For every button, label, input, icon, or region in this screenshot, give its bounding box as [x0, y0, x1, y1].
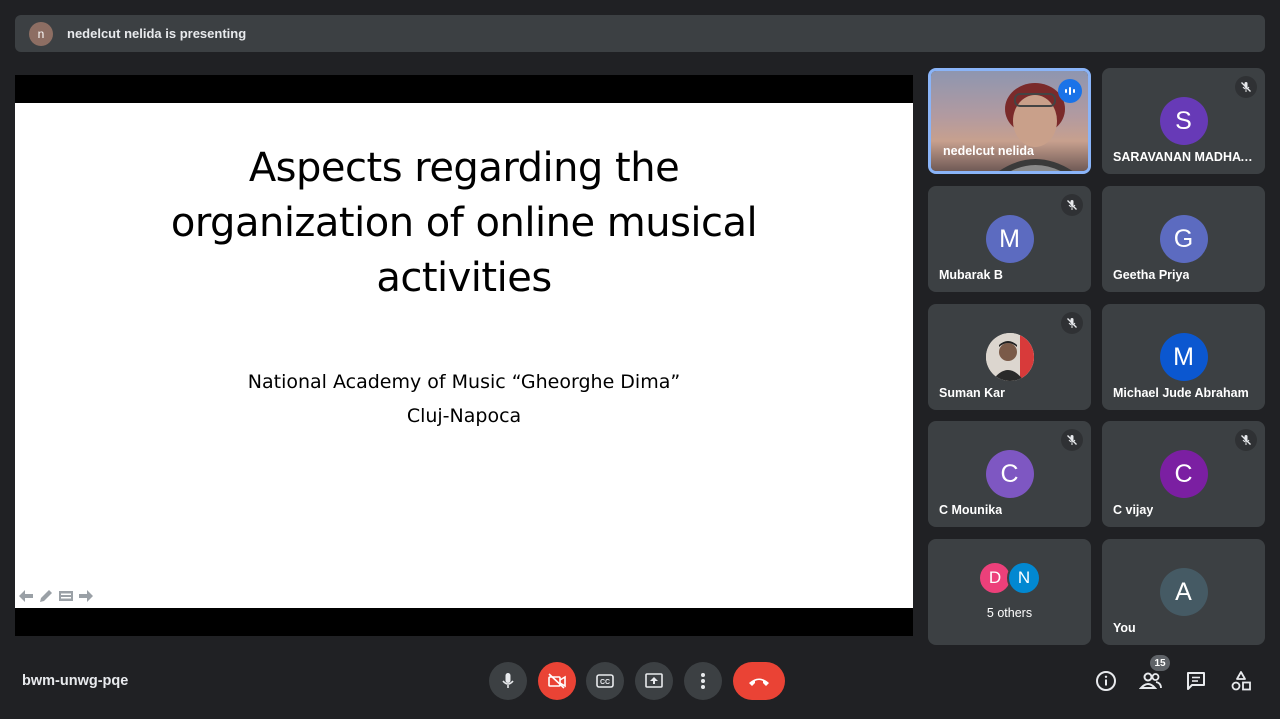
participant-avatar: M	[1159, 333, 1208, 381]
participant-tile[interactable]: Suman Kar	[928, 304, 1091, 410]
participant-tile[interactable]: G Geetha Priya	[1102, 186, 1265, 292]
mic-off-icon	[1061, 194, 1083, 216]
more-vert-icon	[701, 673, 705, 689]
self-tile[interactable]: A You	[1102, 539, 1265, 645]
pen-icon[interactable]	[37, 588, 55, 604]
participant-name: Geetha Priya	[1113, 268, 1190, 282]
activities-icon	[1231, 671, 1251, 691]
participant-name: nedelcut nelida	[943, 144, 1034, 158]
participant-tile[interactable]: S SARAVANAN MADHAVAN	[1102, 68, 1265, 174]
participant-count-badge: 15	[1150, 655, 1170, 671]
chat-button[interactable]	[1184, 669, 1208, 693]
speaking-indicator-icon	[1058, 79, 1082, 103]
meeting-code: bwm-unwg-pqe	[22, 673, 129, 689]
activities-button[interactable]	[1229, 669, 1253, 693]
participant-avatar: M	[985, 215, 1034, 263]
slide-title-line: activities	[376, 255, 552, 301]
others-count-label: 5 others	[986, 606, 1033, 620]
slide-subtitle-institution: National Academy of Music “Gheorghe Dima…	[247, 371, 681, 393]
svg-text:CC: CC	[600, 679, 610, 686]
hang-up-icon	[749, 678, 769, 686]
present-screen-icon	[645, 673, 663, 688]
others-tile[interactable]: D N 5 others	[928, 539, 1091, 645]
captions-icon: CC	[596, 674, 614, 688]
mic-off-icon	[1061, 429, 1083, 451]
leave-call-button[interactable]	[733, 662, 785, 700]
participant-name: SARAVANAN MADHAVAN	[1113, 150, 1255, 164]
participant-name: Suman Kar	[939, 386, 1005, 400]
people-icon	[1139, 672, 1162, 689]
mic-off-icon	[1061, 312, 1083, 334]
participant-name: C vijay	[1113, 503, 1154, 517]
slide-title-line: Aspects regarding the	[248, 145, 680, 191]
participant-avatar: G	[1159, 215, 1208, 263]
slide-toolbar	[17, 588, 95, 604]
slide-subtitle-city: Cluj-Napoca	[406, 405, 522, 427]
slides-menu-icon[interactable]	[57, 588, 75, 604]
camera-off-button[interactable]	[538, 662, 576, 700]
participant-tile[interactable]: M Michael Jude Abraham	[1102, 304, 1265, 410]
present-button[interactable]	[635, 662, 673, 700]
presentation-stage: Aspects regarding the organization of on…	[15, 75, 913, 636]
participant-name: C Mounika	[939, 503, 1003, 517]
previous-slide-icon[interactable]	[17, 588, 35, 604]
participant-tile[interactable]: M Mubarak B	[928, 186, 1091, 292]
participant-avatar: S	[1159, 97, 1208, 145]
participant-tile[interactable]: nedelcut nelida	[928, 68, 1091, 174]
presenting-text: nedelcut nelida is presenting	[67, 26, 247, 41]
camera-off-icon	[548, 673, 566, 689]
mic-off-icon	[1235, 429, 1257, 451]
microphone-icon	[502, 673, 514, 688]
meeting-details-button[interactable]	[1094, 669, 1118, 693]
presenting-banner: n nedelcut nelida is presenting	[15, 15, 1265, 52]
presentation-slide: Aspects regarding the organization of on…	[15, 103, 913, 608]
more-options-button[interactable]	[684, 662, 722, 700]
chat-icon	[1187, 672, 1205, 690]
mic-off-icon	[1235, 76, 1257, 98]
other-participant-avatar: N	[1007, 561, 1041, 595]
participant-avatar: C	[985, 450, 1034, 498]
slide-title: Aspects regarding the organization of on…	[15, 141, 913, 306]
presenter-avatar: n	[29, 21, 53, 46]
participant-tile[interactable]: C C vijay	[1102, 421, 1265, 527]
participant-tile[interactable]: C C Mounika	[928, 421, 1091, 527]
slide-title-line: organization of online musical	[170, 200, 758, 246]
next-slide-icon[interactable]	[77, 588, 95, 604]
participants-button[interactable]	[1139, 669, 1163, 693]
participant-name: Michael Jude Abraham	[1113, 386, 1249, 400]
microphone-button[interactable]	[489, 662, 527, 700]
info-icon	[1096, 671, 1116, 691]
captions-button[interactable]: CC	[586, 662, 624, 700]
self-name: You	[1113, 621, 1136, 635]
participant-avatar: C	[1159, 450, 1208, 498]
self-avatar: A	[1159, 568, 1208, 616]
participant-photo-avatar	[985, 333, 1034, 381]
participant-name: Mubarak B	[939, 268, 1003, 282]
